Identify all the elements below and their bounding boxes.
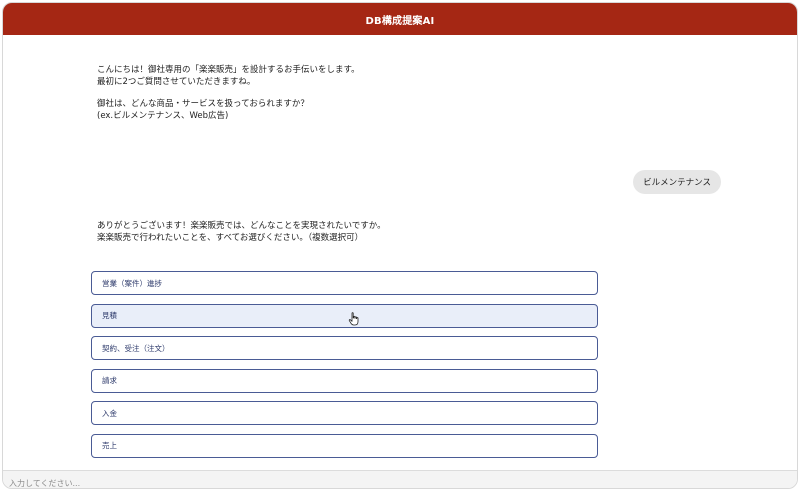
option-payment[interactable]: 入金 <box>91 401 598 425</box>
option-billing[interactable]: 請求 <box>91 368 598 393</box>
option-sales[interactable]: 売上 <box>91 433 598 458</box>
user-message-bubble: ビルメンテナンス <box>633 170 721 194</box>
option-label: 売上 <box>102 441 117 450</box>
app-title: DB構成提案AI <box>365 15 435 27</box>
bot-message-line: こんにちは！御社専用の「楽楽販売」を設計するお手伝いをします。 <box>97 65 360 75</box>
app-window: DB構成提案AI こんにちは！御社専用の「楽楽販売」を設計するお手伝いをします。… <box>2 2 798 489</box>
option-label: 営業（案件）進捗 <box>102 278 162 288</box>
message-input[interactable] <box>3 474 797 488</box>
bot-message-line: ありがとうございます！楽楽販売では、どんなことを実現されたいですか。 <box>97 221 386 231</box>
option-list: 営業（案件）進捗 見積 契約、受注（注文） 請求 入金 売上 <box>91 271 598 466</box>
option-contract-order[interactable]: 契約、受注（注文） <box>91 336 598 360</box>
option-label: 入金 <box>102 408 117 418</box>
bot-message-line: 最初に2つご質問させていただきますね。 <box>97 77 256 87</box>
option-label: 契約、受注（注文） <box>102 343 170 353</box>
user-message-text: ビルメンテナンス <box>643 178 711 188</box>
bot-message-line: 御社は、どんな商品・サービスを扱っておられますか？ <box>97 99 309 109</box>
bot-message-line: 楽楽販売で行われたいことを、すべてお選びください。（複数選択可） <box>97 233 364 243</box>
bot-message: こんにちは！御社専用の「楽楽販売」を設計するお手伝いをします。 最初に2つご質問… <box>97 64 360 122</box>
hand-cursor-icon <box>348 312 359 326</box>
option-label: 見積 <box>102 311 117 320</box>
chat-area[interactable]: こんにちは！御社専用の「楽楽販売」を設計するお手伝いをします。 最初に2つご質問… <box>3 35 797 470</box>
bot-message: ありがとうございます！楽楽販売では、どんなことを実現されたいですか。 楽楽販売で… <box>97 220 386 244</box>
app-header: DB構成提案AI <box>3 3 797 35</box>
option-label: 請求 <box>102 376 117 385</box>
option-quotation[interactable]: 見積 <box>91 303 598 328</box>
bot-message-line: (ex.ビルメンテナンス、Web広告) <box>97 111 229 121</box>
message-input-bar <box>3 470 797 488</box>
option-sales-progress[interactable]: 営業（案件）進捗 <box>91 271 598 295</box>
